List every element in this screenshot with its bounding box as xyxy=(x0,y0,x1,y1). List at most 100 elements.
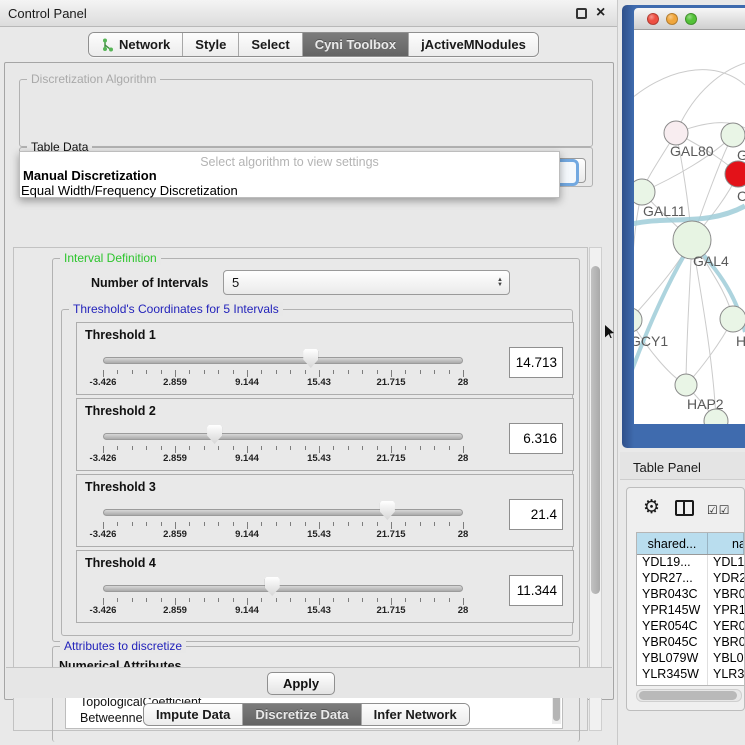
tab-network-label: Network xyxy=(119,37,170,52)
slider-tick xyxy=(103,522,104,529)
table-row[interactable]: YER054CYER0 xyxy=(637,619,744,635)
slider-tick xyxy=(161,446,162,450)
slider-tick xyxy=(463,370,464,377)
slider-thumb[interactable] xyxy=(380,501,395,520)
table-row[interactable]: YIL052CYIL0 xyxy=(637,683,744,686)
threshold-4-slider[interactable] xyxy=(103,585,463,592)
settings-vertical-scrollbar[interactable] xyxy=(589,247,602,731)
network-node-h[interactable] xyxy=(720,306,745,332)
tab-select[interactable]: Select xyxy=(239,33,302,56)
slider-tick xyxy=(218,370,219,374)
threshold-3-slider[interactable] xyxy=(103,509,463,516)
slider-tick-label: 9.144 xyxy=(235,377,259,388)
slider-tick xyxy=(405,446,406,450)
table-horizontal-scrollbar[interactable] xyxy=(636,689,742,702)
slider-thumb[interactable] xyxy=(265,577,280,596)
network-view-window[interactable]: GAL80GACGAL11GAL4GCY1HHAP2 xyxy=(622,5,745,448)
network-edge xyxy=(634,320,686,385)
network-window-titlebar xyxy=(634,8,745,30)
zoom-traffic-light[interactable] xyxy=(685,13,697,25)
table-row[interactable]: YLR345WYLR3 xyxy=(637,667,744,683)
interval-definition-group-label: Interval Definition xyxy=(60,251,161,265)
slider-tick xyxy=(146,370,147,374)
cyni-toolbox-panel: Discretization Algorithm Select algorith… xyxy=(4,62,614,700)
table-row[interactable]: YBR045CYBR0 xyxy=(637,635,744,651)
slider-tick xyxy=(362,370,363,374)
tab-infer-network[interactable]: Infer Network xyxy=(362,704,469,725)
split-view-icon[interactable] xyxy=(675,500,694,516)
slider-tick xyxy=(434,598,435,602)
threshold-1-value-field[interactable]: 14.713 xyxy=(509,347,563,378)
slider-tick xyxy=(377,446,378,450)
algorithm-option-manual[interactable]: Manual Discretization xyxy=(23,168,157,183)
slider-tick xyxy=(391,598,392,605)
threshold-2-slider[interactable] xyxy=(103,433,463,440)
number-of-intervals-combobox[interactable]: 5 ▲▼ xyxy=(223,270,510,295)
apply-button[interactable]: Apply xyxy=(267,672,335,695)
close-icon[interactable]: × xyxy=(596,3,605,23)
column-checkboxes-icon[interactable]: ☑☑ xyxy=(707,503,731,517)
table-row[interactable]: YBL079WYBL0 xyxy=(637,651,744,667)
column-header-name[interactable]: na xyxy=(708,533,744,554)
tab-style[interactable]: Style xyxy=(183,33,239,56)
network-node-ga[interactable] xyxy=(721,123,745,147)
threshold-3-panel: Threshold 3 21.4 -3.4262.8599.14415.4321… xyxy=(76,474,574,547)
slider-tick-label: 28 xyxy=(458,453,469,464)
node-table[interactable]: shared... na YDL19...YDL1YDR27...YDR2YBR… xyxy=(636,532,744,686)
tab-cyni-toolbox[interactable]: Cyni Toolbox xyxy=(303,33,409,56)
slider-thumb[interactable] xyxy=(303,349,318,368)
slider-tick-label: 9.144 xyxy=(235,529,259,540)
network-node-hap2[interactable] xyxy=(675,374,697,396)
table-panel-toolbar: ⚙ ☑☑ xyxy=(627,488,744,530)
algorithm-option-equal-width[interactable]: Equal Width/Frequency Discretization xyxy=(21,183,238,198)
cell-shared-name: YPR145W xyxy=(637,603,708,619)
network-node-gal80[interactable] xyxy=(664,121,688,145)
gear-icon[interactable]: ⚙ xyxy=(643,496,660,519)
table-row[interactable]: YDL19...YDL1 xyxy=(637,555,744,571)
tab-jactivemnodules[interactable]: jActiveMNodules xyxy=(409,33,538,56)
float-window-icon[interactable] xyxy=(576,8,587,19)
node-table-header: shared... na xyxy=(637,533,744,555)
threshold-1-slider[interactable] xyxy=(103,357,463,364)
slider-tick-label: 2.859 xyxy=(163,453,187,464)
table-row[interactable]: YPR145WYPR1 xyxy=(637,603,744,619)
tab-discretize-data[interactable]: Discretize Data xyxy=(243,704,361,725)
slider-thumb[interactable] xyxy=(207,425,222,444)
network-edge xyxy=(634,192,642,320)
minimize-traffic-light[interactable] xyxy=(666,13,678,25)
table-row[interactable]: YBR043CYBR0 xyxy=(637,587,744,603)
slider-tick-label: 15.43 xyxy=(307,377,331,388)
slider-tick xyxy=(204,522,205,526)
network-edge-thick xyxy=(634,242,692,392)
discretization-algorithm-group: Discretization Algorithm xyxy=(19,79,593,147)
threshold-4-value-field[interactable]: 11.344 xyxy=(509,575,563,606)
close-traffic-light[interactable] xyxy=(647,13,659,25)
cell-shared-name: YDL19... xyxy=(637,555,708,571)
threshold-3-value-field[interactable]: 21.4 xyxy=(509,499,563,530)
network-edge xyxy=(676,63,745,133)
table-panel-titlebar: Table Panel xyxy=(620,452,745,480)
slider-tick xyxy=(247,370,248,377)
slider-tick xyxy=(290,598,291,602)
slider-tick xyxy=(463,598,464,605)
tab-network[interactable]: Network xyxy=(89,33,183,56)
cyni-bottom-tabbar: Impute Data Discretize Data Infer Networ… xyxy=(143,703,470,726)
slider-tick xyxy=(276,370,277,374)
slider-tick xyxy=(146,446,147,450)
threshold-2-value-field[interactable]: 6.316 xyxy=(509,423,563,454)
network-node-gcy1[interactable] xyxy=(634,308,642,332)
tab-impute-data[interactable]: Impute Data xyxy=(144,704,243,725)
control-panel-tabbar: Network Style Select Cyni Toolbox jActiv… xyxy=(88,32,539,57)
slider-tick xyxy=(233,370,234,374)
slider-tick xyxy=(377,522,378,526)
column-header-shared-name[interactable]: shared... xyxy=(637,533,708,554)
slider-tick xyxy=(247,446,248,453)
network-canvas[interactable]: GAL80GACGAL11GAL4GCY1HHAP2 xyxy=(634,30,745,424)
slider-tick xyxy=(204,598,205,602)
network-node-gal11[interactable] xyxy=(634,179,655,205)
slider-tick xyxy=(377,370,378,374)
network-node-label: GAL80 xyxy=(670,143,714,159)
slider-tick xyxy=(132,446,133,450)
threshold-2-panel: Threshold 2 6.316 -3.4262.8599.14415.432… xyxy=(76,398,574,471)
table-row[interactable]: YDR27...YDR2 xyxy=(637,571,744,587)
